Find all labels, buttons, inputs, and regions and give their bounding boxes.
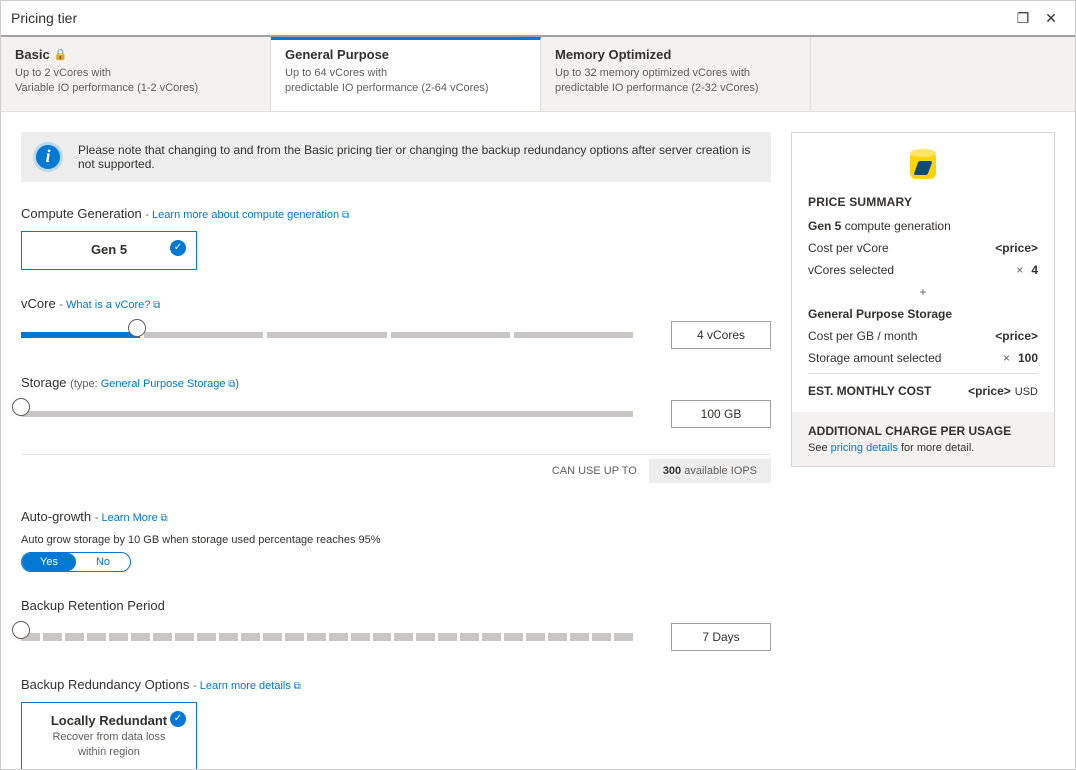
backup-period-slider[interactable] <box>21 627 633 647</box>
price-summary-title: PRICE SUMMARY <box>808 195 1038 209</box>
storage-section: Storage (type: General Purpose Storage) … <box>21 375 771 483</box>
check-icon: ✓ <box>170 240 186 256</box>
cost-per-gb-value: <price> <box>995 329 1038 343</box>
vcore-value[interactable]: 4 vCores <box>671 321 771 349</box>
vcore-slider-thumb[interactable] <box>128 319 146 337</box>
vcore-learn-link[interactable]: What is a vCore? <box>66 299 160 311</box>
storage-selected-value: 100 <box>1018 351 1038 365</box>
tab-basic-sub1: Up to 2 vCores with <box>15 66 256 81</box>
backup-redundancy-label: Backup Redundancy Options <box>21 677 189 692</box>
storage-type-link[interactable]: General Purpose Storage <box>101 378 236 390</box>
storage-slider[interactable] <box>21 404 633 424</box>
cost-per-vcore-label: Cost per vCore <box>808 241 889 255</box>
compute-learn-link[interactable]: Learn more about compute generation <box>152 209 349 221</box>
tab-mo-sub2: predictable IO performance (2-32 vCores) <box>555 81 796 96</box>
tab-mo-sub1: Up to 32 memory optimized vCores with <box>555 66 796 81</box>
price-summary-panel: PRICE SUMMARY Gen 5 compute generation C… <box>791 132 1055 467</box>
auto-desc: Auto grow storage by 10 GB when storage … <box>21 534 771 546</box>
page-title: Pricing tier <box>11 10 1009 26</box>
auto-growth-toggle[interactable]: Yes No <box>21 552 131 572</box>
tab-basic-title: Basic <box>15 47 50 62</box>
storage-slider-thumb[interactable] <box>12 398 30 416</box>
iops-box: 300 available IOPS <box>649 459 771 483</box>
tab-gp-sub2: predictable IO performance (2-64 vCores) <box>285 81 526 96</box>
backup-period-label: Backup Retention Period <box>21 598 771 613</box>
backup-redundancy-link[interactable]: Learn more details <box>200 680 301 692</box>
additional-charge-box: ADDITIONAL CHARGE PER USAGE See pricing … <box>792 412 1054 466</box>
tab-memory-optimized[interactable]: Memory Optimized Up to 32 memory optimiz… <box>541 37 811 111</box>
lock-icon: 🔒 <box>54 48 68 61</box>
titlebar: Pricing tier ❐ ✕ <box>1 1 1075 37</box>
vcore-label: vCore <box>21 296 56 311</box>
gen5-card[interactable]: Gen 5 ✓ <box>21 231 197 270</box>
storage-selected-label: Storage amount selected <box>808 351 941 365</box>
compute-generation-section: Compute Generation - Learn more about co… <box>21 206 771 270</box>
toggle-yes[interactable]: Yes <box>22 553 76 571</box>
database-icon <box>910 149 936 179</box>
vcores-selected-value: 4 <box>1031 263 1038 277</box>
auto-learn-link[interactable]: Learn More <box>101 512 167 524</box>
info-text: Please note that changing to and from th… <box>78 143 759 171</box>
check-icon: ✓ <box>170 711 186 727</box>
tier-tabs: Basic 🔒 Up to 2 vCores with Variable IO … <box>1 37 1075 112</box>
toggle-no[interactable]: No <box>76 553 130 571</box>
locally-redundant-card[interactable]: Locally Redundant Recover from data loss… <box>21 702 197 769</box>
lr-title: Locally Redundant <box>51 713 167 728</box>
info-icon: i <box>33 142 63 172</box>
storage-value[interactable]: 100 GB <box>671 400 771 428</box>
pricing-tier-blade: Pricing tier ❐ ✕ Basic 🔒 Up to 2 vCores … <box>0 0 1076 770</box>
auto-label: Auto-growth <box>21 509 91 524</box>
tab-mo-title: Memory Optimized <box>555 47 671 62</box>
tab-basic[interactable]: Basic 🔒 Up to 2 vCores with Variable IO … <box>1 37 271 111</box>
cost-per-vcore-value: <price> <box>995 241 1038 255</box>
backup-period-value[interactable]: 7 Days <box>671 623 771 651</box>
info-banner: i Please note that changing to and from … <box>21 132 771 182</box>
plus-icon: + <box>808 285 1038 299</box>
backup-retention-section: Backup Retention Period 7 Days <box>21 598 771 651</box>
vcore-slider[interactable] <box>21 325 633 345</box>
close-button[interactable]: ✕ <box>1037 4 1065 32</box>
tab-gp-title: General Purpose <box>285 47 389 62</box>
tab-general-purpose[interactable]: General Purpose Up to 64 vCores with pre… <box>271 37 541 111</box>
compute-label: Compute Generation <box>21 206 142 221</box>
storage-label: Storage <box>21 375 67 390</box>
vcore-section: vCore - What is a vCore? 4 vCores <box>21 296 771 349</box>
auto-growth-section: Auto-growth - Learn More Auto grow stora… <box>21 509 771 572</box>
est-cost-value: <price> <box>968 384 1011 398</box>
gen5-title: Gen 5 <box>91 242 127 257</box>
backup-redundancy-section: Backup Redundancy Options - Learn more d… <box>21 677 771 769</box>
est-cost-label: EST. MONTHLY COST <box>808 384 931 398</box>
addl-title: ADDITIONAL CHARGE PER USAGE <box>808 424 1038 438</box>
backup-period-thumb[interactable] <box>12 621 30 639</box>
storage-header: General Purpose Storage <box>808 307 1038 321</box>
pricing-details-link[interactable]: pricing details <box>831 442 898 454</box>
tab-gp-sub1: Up to 64 vCores with <box>285 66 526 81</box>
cost-per-gb-label: Cost per GB / month <box>808 329 917 343</box>
tab-basic-sub2: Variable IO performance (1-2 vCores) <box>15 81 256 96</box>
iops-label: CAN USE UP TO <box>552 465 637 477</box>
vcores-selected-label: vCores selected <box>808 263 894 277</box>
restore-button[interactable]: ❐ <box>1009 4 1037 32</box>
